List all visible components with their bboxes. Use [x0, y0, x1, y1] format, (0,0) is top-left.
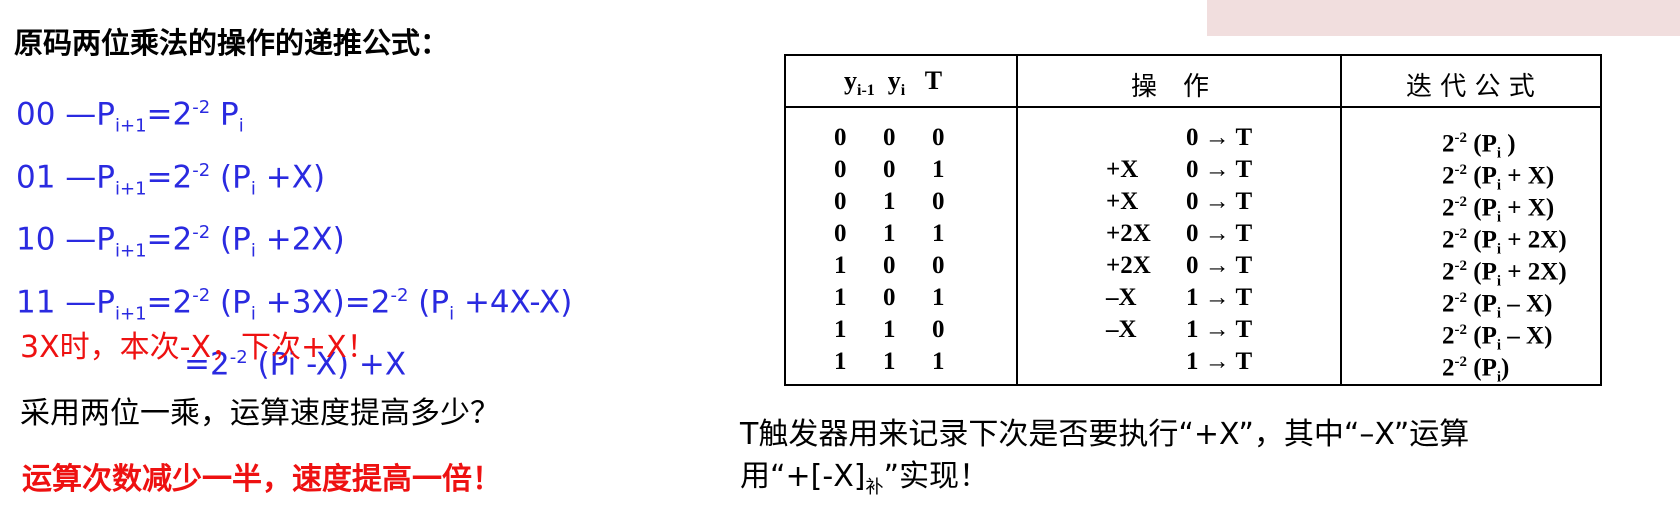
- formula-line-01: 01 —Pi+1=2-2 (Pi +X): [16, 158, 326, 200]
- table-row-bits: 001: [834, 156, 945, 183]
- table-row-bits: 100: [834, 252, 945, 279]
- table-row-operation: 0 → T: [1186, 124, 1253, 151]
- table-row-formula: 2-2 (Pi): [1442, 354, 1510, 386]
- table-row-bits: 010: [834, 188, 945, 215]
- table-row-operation: +X 0 → T: [1106, 156, 1253, 183]
- table-row-operation: +2X 0 → T: [1106, 252, 1253, 279]
- header-formula: 迭 代 公 式: [1406, 72, 1535, 102]
- formula-line-10: 10 —Pi+1=2-2 (Pi +2X): [16, 221, 345, 262]
- table-row-formula: 2-2 (Pi ): [1442, 130, 1516, 162]
- red-note: 3X时，本次-X，下次+X！: [20, 330, 377, 365]
- table-row-bits: 101: [834, 284, 945, 311]
- table-row-formula: 2-2 (Pi + X): [1442, 162, 1555, 194]
- note-line-2: 用“+[-X]补”实现！: [740, 459, 990, 498]
- question-text: 采用两位一乘，运算速度提高多少？: [20, 396, 500, 431]
- table-row-bits: 011: [834, 220, 945, 247]
- bits-column: 000 001 010 011 100 101 110 111: [834, 122, 981, 378]
- note-line-1: T触发器用来记录下次是否要执行“+X”，其中“–X”运算: [740, 417, 1470, 452]
- table-row-bits: 110: [834, 316, 945, 343]
- table-row-operation: +X 0 → T: [1106, 188, 1253, 215]
- operation-column: 0 → T +X 0 → T +X 0 → T +2X 0 → T +2X 0 → T –X 1 →…: [1106, 122, 1252, 378]
- table-row-formula: 2-2 (Pi – X): [1442, 322, 1553, 354]
- formula-line-00: 00 —Pi+1=2-2 Pi: [16, 96, 244, 137]
- table-row-operation: +2X 0 → T: [1106, 220, 1253, 247]
- table-row-formula: 2-2 (Pi + X): [1442, 194, 1555, 226]
- table-row-bits: 000: [834, 124, 945, 151]
- table-row-formula: 2-2 (Pi + 2X): [1442, 226, 1567, 258]
- table-row-formula: 2-2 (Pi – X): [1442, 290, 1553, 322]
- header-bits: yi-1 yi T: [844, 66, 943, 100]
- page-title: 原码两位乘法的操作的递推公式：: [14, 26, 450, 60]
- table-row-formula: 2-2 (Pi + 2X): [1442, 258, 1567, 290]
- answer-text: 运算次数减少一半，速度提高一倍！: [22, 462, 502, 497]
- t-trigger-note: T触发器用来记录下次是否要执行“+X”，其中“–X”运算 用“+[-X]补”实现…: [740, 414, 1469, 509]
- formula-column: 2-2 (Pi ) 2-2 (Pi + X) 2-2 (Pi + X) 2-2 (Pi…: [1442, 122, 1567, 386]
- table-row-operation: –X 1 → T: [1106, 316, 1253, 343]
- header-accent-band: [1207, 0, 1680, 36]
- header-operation: 操 作: [1131, 72, 1210, 102]
- table-row-operation: –X 1 → T: [1106, 284, 1253, 311]
- table-header-divider: [786, 106, 1600, 108]
- table-row-bits: 111: [834, 348, 945, 375]
- table-row-operation: 1 → T: [1186, 348, 1253, 375]
- operation-table: yi-1 yi T 操 作 迭 代 公 式 000 001 010 011 100 101…: [784, 54, 1602, 386]
